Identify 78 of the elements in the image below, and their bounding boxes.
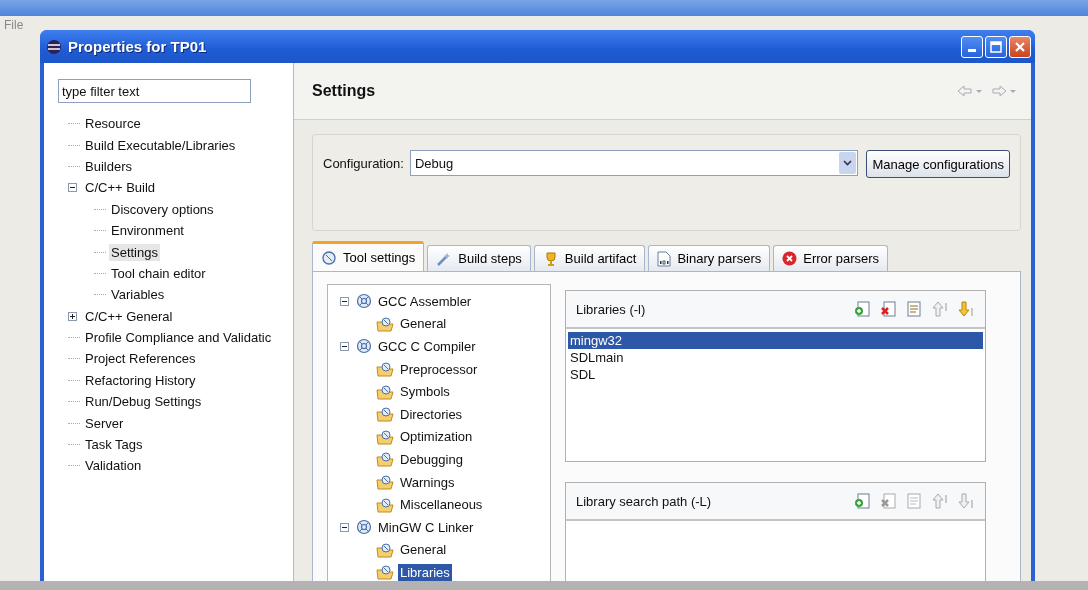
window-title: Properties for TP01 (68, 38, 208, 55)
tab[interactable]: Build artifact (533, 245, 646, 271)
tree-item[interactable]: Discovery options (109, 200, 216, 218)
caret-icon (843, 160, 853, 166)
folder-gear-icon (376, 383, 394, 400)
collapse-icon[interactable] (340, 522, 352, 532)
list-item[interactable]: mingw32 (568, 332, 983, 349)
maximize-icon (990, 40, 1002, 53)
configuration-dropdown[interactable]: Debug (409, 150, 859, 176)
tree-item[interactable]: General (398, 541, 449, 559)
tree-item[interactable]: Warnings (398, 473, 457, 491)
tab[interactable]: Binary parsers (648, 245, 771, 271)
configuration-label: Configuration: (323, 156, 404, 171)
tree-item[interactable]: General (398, 315, 449, 333)
tree-item[interactable]: Environment (109, 222, 186, 240)
tree-item[interactable]: Miscellaneous (398, 496, 485, 514)
folder-gear-icon (376, 315, 394, 332)
tree-item[interactable]: Run/Debug Settings (83, 393, 204, 411)
folder-gear-icon (376, 496, 394, 513)
tree-item[interactable]: Resource (83, 115, 143, 133)
tree-item[interactable]: Server (83, 414, 126, 432)
tree-item[interactable]: Settings (109, 243, 160, 261)
error-icon (782, 251, 798, 266)
tree-item[interactable]: Debugging (398, 450, 465, 468)
back-arrow-icon[interactable] (957, 85, 983, 97)
expand-icon[interactable] (68, 311, 80, 321)
folder-gear-icon (376, 361, 394, 378)
tree-item[interactable]: Build Executable/Libraries (83, 136, 238, 154)
close-icon (1014, 40, 1026, 53)
tab[interactable]: Error parsers (773, 245, 889, 271)
forward-arrow-icon[interactable] (991, 85, 1017, 97)
filter-field[interactable]: type filter text (58, 79, 251, 103)
minimize-icon (968, 49, 976, 52)
collapse-icon[interactable] (340, 296, 352, 306)
collapse-icon[interactable] (340, 342, 352, 351)
down-icon[interactable] (957, 300, 975, 318)
tree-item[interactable]: C/C++ General (83, 307, 175, 325)
panel-title: Libraries (-l) (576, 301, 646, 317)
tree-item[interactable]: Libraries (398, 563, 452, 581)
tree-item[interactable]: GCC C Compiler (376, 338, 478, 355)
folder-gear-icon (376, 428, 394, 445)
tree-item[interactable]: Variables (109, 286, 167, 304)
close-button[interactable] (1009, 35, 1031, 58)
tree-item[interactable]: GCC Assembler (376, 292, 474, 310)
add-icon[interactable] (853, 300, 871, 318)
tree-item[interactable]: Builders (83, 157, 134, 175)
folder-gear-icon (376, 406, 394, 423)
tab[interactable]: Build steps (427, 245, 531, 271)
tree-item[interactable]: Tool chain editor (109, 264, 208, 282)
edit-icon[interactable] (905, 300, 923, 318)
collapse-icon[interactable] (68, 183, 80, 193)
list-item[interactable]: SDLmain (568, 349, 983, 366)
folder-gear-icon (376, 564, 394, 581)
tree-item[interactable]: Symbols (398, 383, 452, 401)
eclipse-icon (46, 38, 62, 55)
tree-item[interactable]: Project References (83, 350, 198, 368)
maximize-button[interactable] (985, 35, 1007, 58)
folder-gear-icon (376, 541, 394, 558)
panel-title: Library search path (-L) (576, 493, 712, 509)
manage-configurations-button[interactable]: Manage configurations (866, 150, 1010, 178)
tree-item[interactable]: Refactoring History (83, 371, 198, 389)
tree-item[interactable]: Profile Compliance and Validatic (83, 329, 274, 347)
folder-gear-icon (376, 451, 394, 468)
tree-item[interactable]: Preprocessor (398, 360, 480, 378)
tree-item[interactable]: MinGW C Linker (376, 518, 476, 536)
add-icon[interactable] (853, 492, 871, 510)
minimize-button[interactable] (961, 35, 983, 58)
tab[interactable]: Tool settings (312, 241, 425, 271)
list-item[interactable]: SDL (568, 366, 983, 383)
tree-item[interactable]: Validation (83, 457, 144, 475)
folder-gear-icon (376, 474, 394, 491)
tree-item[interactable]: C/C++ Build (83, 179, 158, 197)
delete-icon[interactable] (879, 300, 897, 318)
binary-file-icon (657, 250, 672, 267)
page-title: Settings (312, 82, 376, 100)
tree-item[interactable]: Directories (398, 405, 465, 423)
tree-item[interactable]: Optimization (398, 428, 475, 446)
tree-item[interactable]: Task Tags (83, 436, 145, 454)
